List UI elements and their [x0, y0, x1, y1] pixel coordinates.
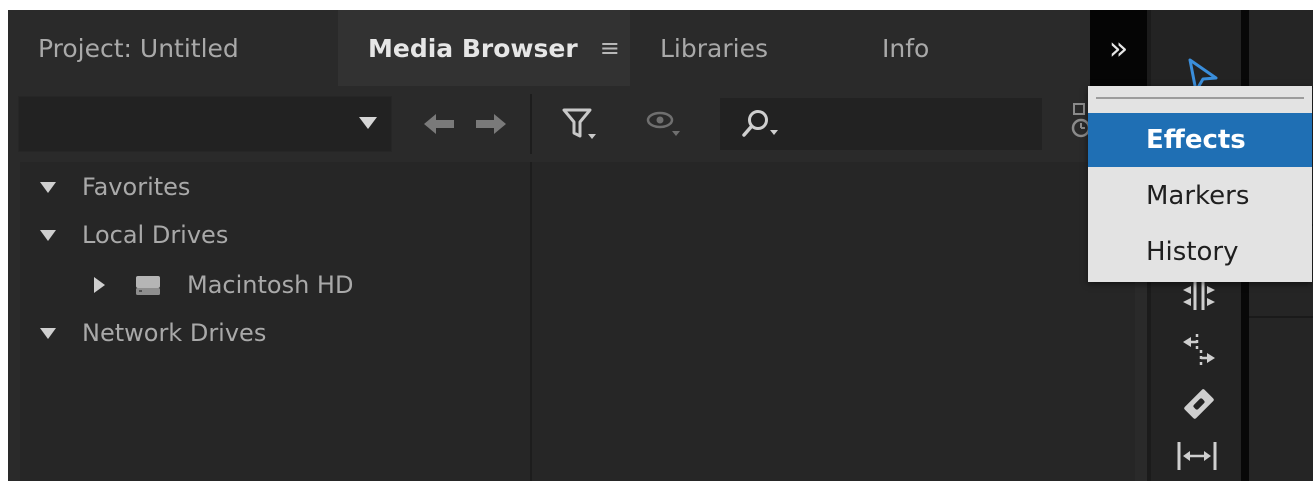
media-browser-panel: Favorites Local Drives Macintosh HD Netw…	[8, 86, 1147, 481]
tab-libraries[interactable]: Libraries	[630, 10, 852, 86]
tree-item-label: Favorites	[82, 173, 191, 201]
rolling-edit-tool-icon[interactable]	[1181, 330, 1217, 370]
tab-media-browser[interactable]: Media Browser ≡	[338, 10, 630, 86]
tab-overflow-menu: Effects Markers History	[1088, 86, 1312, 282]
menu-item-history[interactable]: History	[1088, 225, 1312, 279]
panel-tab-bar: Project: Untitled Media Browser ≡ Librar…	[8, 10, 1090, 86]
premiere-window: Project: Untitled Media Browser ≡ Librar…	[8, 10, 1313, 481]
dropdown-caret-icon	[359, 117, 377, 129]
tree-item-favorites[interactable]: Favorites	[40, 170, 190, 204]
menu-separator	[1096, 97, 1304, 99]
tab-project[interactable]: Project: Untitled	[8, 10, 338, 86]
search-icon[interactable]	[740, 108, 780, 142]
file-content-pane	[532, 162, 1135, 481]
filter-icon[interactable]	[562, 106, 598, 142]
forward-arrow-icon[interactable]	[474, 114, 506, 134]
menu-item-effects[interactable]: Effects	[1088, 113, 1312, 167]
tree-item-local-drives[interactable]: Local Drives	[40, 218, 228, 252]
menu-item-label: Effects	[1146, 125, 1246, 155]
tree-item-label: Local Drives	[82, 221, 229, 249]
tree-item-macintosh-hd[interactable]: Macintosh HD	[94, 268, 353, 302]
location-dropdown[interactable]	[18, 96, 392, 152]
media-browser-toolbar	[8, 86, 1147, 162]
tab-libraries-label: Libraries	[660, 33, 768, 63]
razor-tool-icon[interactable]	[1181, 386, 1217, 422]
menu-item-label: Markers	[1146, 181, 1250, 211]
tree-item-label: Network Drives	[82, 319, 267, 347]
back-arrow-icon[interactable]	[424, 114, 456, 134]
collapse-triangle-icon	[94, 277, 105, 293]
search-input[interactable]	[720, 98, 1042, 150]
tab-overflow-button[interactable]: »	[1090, 10, 1147, 86]
view-eye-icon[interactable]	[644, 108, 682, 138]
expand-triangle-icon	[40, 327, 56, 339]
track-divider	[1249, 316, 1313, 318]
tab-info[interactable]: Info	[852, 10, 1038, 86]
tree-item-network-drives[interactable]: Network Drives	[40, 316, 266, 350]
tab-project-label: Project: Untitled	[38, 33, 239, 63]
slip-tool-icon[interactable]	[1175, 438, 1219, 474]
tab-media-browser-label: Media Browser	[368, 33, 578, 63]
panel-menu-icon[interactable]: ≡	[600, 34, 620, 62]
menu-item-label: History	[1146, 237, 1239, 267]
toolbar-divider	[530, 94, 532, 154]
ripple-edit-tool-icon[interactable]	[1181, 278, 1217, 314]
tree-item-label: Macintosh HD	[187, 271, 354, 299]
menu-item-markers[interactable]: Markers	[1088, 169, 1312, 223]
expand-triangle-icon	[40, 229, 56, 241]
hard-drive-icon	[136, 276, 160, 295]
tab-empty-slot	[1038, 10, 1090, 86]
overflow-chevron-icon: »	[1108, 29, 1129, 67]
tab-info-label: Info	[882, 33, 930, 63]
expand-triangle-icon	[40, 181, 56, 193]
drive-tree-pane: Favorites Local Drives Macintosh HD Netw…	[20, 162, 530, 481]
